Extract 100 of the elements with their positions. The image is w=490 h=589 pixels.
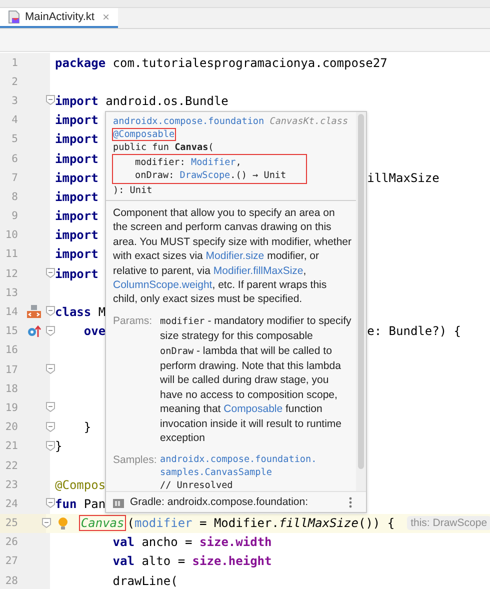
line-number: 7 [10,172,19,184]
samples-label: Samples: [113,452,158,468]
line-number: 23 [4,478,19,491]
code-keyword: val [112,535,134,550]
fold-marker-icon[interactable] [46,326,55,336]
doc-link[interactable]: Composable [224,403,283,416]
line-number: 6 [10,152,19,165]
code-keyword: import [55,152,98,166]
kotlin-file-icon [8,10,21,24]
doc-link[interactable]: ColumnScope.weight [113,279,212,292]
fold-marker-icon[interactable] [46,306,55,316]
parameter-description: modifier - mandatory modifier to specify size strategy for this composable [160,314,352,344]
params-label: Params: [113,314,154,329]
line-number: 28 [4,574,19,587]
code-text: M [97,305,106,320]
code-text: } [84,420,92,434]
code-keyword: class [55,305,92,320]
fold-marker-icon[interactable] [46,95,55,106]
code-argument: modifier [134,516,192,530]
file-tab[interactable]: MainActivity.kt × [0,8,118,28]
code-text: android.os.Bundle [104,94,228,108]
close-icon[interactable]: × [102,10,110,24]
code-annotation: @Compos [55,478,106,492]
line-number: 14 [4,306,19,318]
code-keyword: import [55,190,98,204]
scrollbar-thumb[interactable] [358,114,364,469]
line-number: 3 [10,94,19,107]
line-number: 2 [10,76,19,88]
line-number: 11 [4,248,19,260]
line-number: 4 [10,114,19,126]
sample-link[interactable]: samples.CanvasSample [160,466,352,478]
line-number: 19 [4,402,19,414]
line-number: 10 [4,229,19,242]
sample-note: // Unresolved [160,478,234,491]
parameter-signature: modifier: Modifier, [135,156,242,169]
line-number: 22 [4,460,19,472]
line-number: 27 [4,555,19,568]
class-gutter-icon[interactable] [27,305,41,320]
signature-text: ): Unit [113,184,154,197]
code-function-call: Canvas [80,516,126,530]
line-number: 16 [4,344,19,356]
line-number: 18 [4,382,19,395]
override-gutter-icon[interactable] [27,324,41,338]
annotation-text: @Composable [113,129,175,140]
code-keyword: import [55,94,98,108]
code-keyword: import [55,209,98,224]
code-keyword: val [112,554,134,568]
code-text: com.tutorialesprogramacionya.compose27 [112,56,388,70]
code-keyword: import [55,170,98,185]
line-number: 17 [4,364,19,376]
code-keyword: import [55,247,98,262]
line-number: 8 [10,190,19,203]
code-text: illMaxSize [367,170,440,185]
code-text: ancho = [140,535,194,550]
line-number: 20 [4,421,19,434]
code-property: size.width [200,535,272,550]
line-number: 15 [4,325,19,338]
line-number: 21 [4,440,19,452]
code-text: } [55,439,62,454]
parameter-description: onDraw - lambda that will be called to perform drawing. Note that this lambda will be called during draw stage, you have no access to composition scope, meaning that Composable function invocation inside it will result to runtime exception [160,344,342,446]
line-number: 1 [10,56,19,69]
tab-label: MainActivity.kt [25,11,94,23]
more-icon[interactable] [349,496,352,508]
code-text: ( [127,516,134,530]
line-number: 9 [10,210,19,222]
line-number: 12 [4,268,19,280]
signature-text: public fun Canvas( [113,141,215,154]
code-keyword: package [55,56,106,70]
line-number: 25 [4,517,19,530]
code-text: Pan [82,496,106,511]
line-number: 24 [4,498,19,510]
fold-marker-icon[interactable] [46,268,55,278]
code-text: e: Bundle?) { [367,324,462,338]
fold-marker-icon[interactable] [46,422,55,432]
description-text: Component that allow you to specify an area on the screen and perform canvas drawing on this area. You MUST specify size with modifier, whether with exact sizes via Modifier.size modifier, or relative to parent, via Modifier.fillMaxSize, ColumnScope.weight, etc. If parent wraps this child, only exact sizes must be specified. [113,206,352,307]
code-keyword: import [55,266,98,281]
code-function: fillMaxSize [278,516,358,530]
fold-marker-icon[interactable] [46,498,55,508]
code-text: drawLine( [112,574,178,588]
code-keyword: fun [55,496,77,511]
code-keyword: import [55,228,98,242]
code-text: = Modifier. [198,516,279,530]
line-number: 13 [4,286,19,299]
lightbulb-icon[interactable] [58,516,68,530]
sample-link[interactable]: androidx.compose.foundation. [160,452,352,466]
fold-marker-icon[interactable] [46,364,55,374]
parameter-signature: onDraw: DrawScope.() → Unit [135,169,286,182]
fold-marker-icon[interactable] [42,518,51,528]
code-keyword: import [55,113,98,128]
code-keyword: import [55,132,98,146]
doc-link[interactable]: Modifier.size [206,250,264,262]
line-number: 26 [4,536,19,548]
doc-link[interactable]: Modifier.fillMaxSize [213,264,304,277]
code-keyword: ove [84,324,106,338]
code-property: size.height [192,554,272,568]
fold-marker-icon[interactable] [46,440,55,451]
fold-marker-icon[interactable] [46,402,55,412]
code-text: ()) { [358,516,395,530]
inlay-hint: this: DrawScope [406,516,490,530]
library-icon [113,496,125,508]
